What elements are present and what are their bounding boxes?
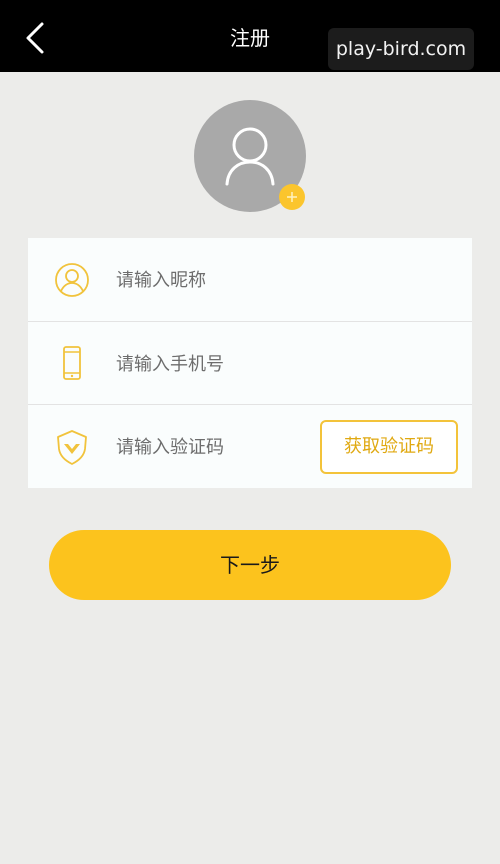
code-row: 获取验证码 [28,404,472,487]
watermark-label: play-bird.com [328,28,474,70]
top-bar: 注册 play-bird.com [0,0,500,72]
plus-icon [287,192,297,202]
code-input[interactable] [116,427,316,467]
user-circle-icon [55,263,89,297]
next-step-button[interactable]: 下一步 [49,530,451,600]
registration-form: 获取验证码 [28,238,472,488]
shield-icon [57,430,87,465]
nickname-row [28,238,472,321]
nickname-input[interactable] [116,260,316,300]
phone-row [28,321,472,404]
get-code-button[interactable]: 获取验证码 [320,420,458,474]
phone-input[interactable] [116,344,316,384]
avatar-add-button[interactable] [279,184,305,210]
phone-icon [63,346,81,380]
